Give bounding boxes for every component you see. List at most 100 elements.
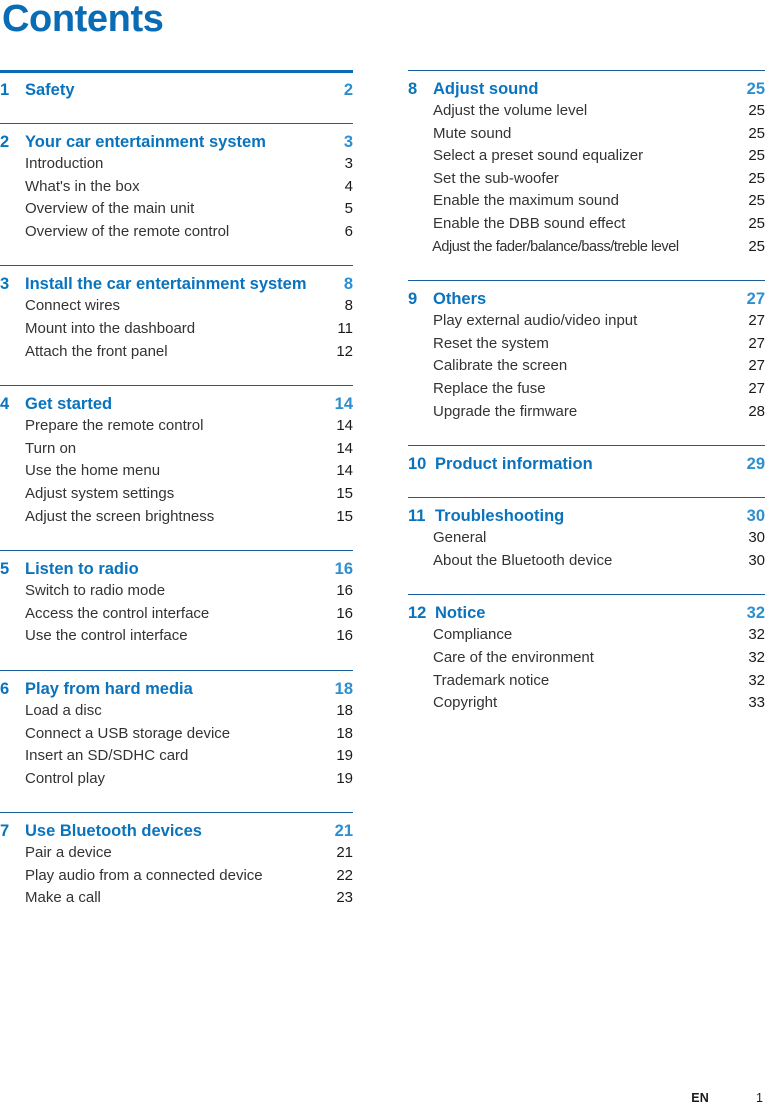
section-divider-rule [0,669,353,671]
toc-section-heading[interactable]: 3 Install the car entertainment system 8 [0,273,353,295]
section-divider-rule [0,385,353,387]
toc-section-heading[interactable]: 11 Troubleshooting 30 [408,505,765,527]
section-divider-rule [0,265,353,267]
section-title: Others [433,290,487,309]
toc-entry[interactable]: Adjust the screen brightness 15 [0,506,353,529]
section-title: Use Bluetooth devices [25,822,202,841]
toc-entry-page-number: 8 [344,297,353,315]
toc-entry[interactable]: Compliance 32 [408,624,765,647]
toc-entry[interactable]: General 30 [408,527,765,550]
toc-entry-label: Compliance [433,626,513,644]
toc-entry[interactable]: Adjust system settings 15 [0,483,353,506]
toc-entry[interactable]: Make a call 23 [0,887,353,910]
section-divider-rule [0,550,353,552]
toc-section: 12 Notice 32 Compliance 32 Care of the enviro… [408,594,765,714]
toc-entry-page-number: 11 [337,319,353,337]
section-divider-rule [408,497,765,499]
section-divider-rule [0,812,353,814]
toc-entry[interactable]: What's in the box 4 [0,176,353,199]
toc-entry-page-number: 25 [748,124,765,142]
toc-entry[interactable]: Load a disc 18 [0,700,353,723]
section-number: 4 [0,395,10,414]
toc-section-heading[interactable]: 5 Listen to radio 16 [0,558,353,580]
toc-entry-page-number: 27 [748,357,765,375]
toc-section-heading[interactable]: 1 Safety 2 [0,79,353,101]
toc-section-heading[interactable]: 9 Others 27 [408,288,765,310]
toc-entry-label: Introduction [25,155,104,172]
toc-section-heading[interactable]: 7 Use Bluetooth devices 21 [0,820,353,842]
section-divider-rule [408,280,765,282]
toc-entry[interactable]: Adjust the volume level 25 [408,100,765,123]
toc-entry[interactable]: Pair a device 21 [0,842,353,865]
section-number: 6 [0,679,10,698]
toc-entry[interactable]: Enable the maximum sound 25 [408,190,765,213]
toc-entry-page-number: 30 [748,551,765,569]
section-title: Product information [435,455,593,474]
toc-entry-page-number: 30 [748,529,765,547]
toc-entry[interactable]: Introduction 3 [0,153,353,176]
toc-entry-page-number: 18 [336,701,353,719]
toc-section: 8 Adjust sound 25 Adjust the volume level 25… [408,70,765,258]
toc-section: 3 Install the car entertainment system 8 Co… [0,265,353,363]
toc-entry-page-number: 15 [336,507,353,525]
section-number: 12 [408,604,427,623]
toc-section-heading[interactable]: 8 Adjust sound 25 [408,78,765,100]
toc-entry[interactable]: Mute sound 25 [408,123,765,146]
toc-entry-label: Access the control interface [25,604,210,622]
toc-entry[interactable]: Set the sub-woofer 25 [408,168,765,191]
toc-entry[interactable]: Use the control interface 16 [0,625,353,648]
toc-entry-label: Play external audio/video input [433,312,638,330]
footer-page-number: 1 [756,1091,763,1105]
toc-entry-label: About the Bluetooth device [433,551,613,569]
toc-entry[interactable]: Play external audio/video input 27 [408,310,765,333]
toc-section-heading[interactable]: 2 Your car entertainment system 3 [0,131,353,153]
toc-entry-page-number: 14 [336,417,353,435]
section-title: Safety [25,81,75,99]
toc-entry[interactable]: Upgrade the firmware 28 [408,401,765,424]
toc-entry-page-number: 5 [344,200,353,218]
toc-entry[interactable]: Connect a USB storage device 18 [0,723,353,746]
section-title: Get started [25,395,113,414]
toc-entry[interactable]: Turn on 14 [0,438,353,461]
toc-entry[interactable]: Replace the fuse 27 [408,378,765,401]
toc-entry[interactable]: Use the home menu 14 [0,460,353,483]
toc-entry[interactable]: Insert an SD/SDHC card 19 [0,745,353,768]
toc-entry[interactable]: Adjust the fader/balance/bass/treble lev… [408,236,765,259]
section-title: Troubleshooting [435,507,565,526]
toc-entry[interactable]: Prepare the remote control 14 [0,415,353,438]
section-page-number: 27 [746,290,765,309]
toc-section-heading[interactable]: 10 Product information 29 [408,453,765,475]
section-page-number: 16 [334,560,353,579]
toc-entry[interactable]: Overview of the remote control 6 [0,221,353,244]
toc-entry[interactable]: Play audio from a connected device 22 [0,865,353,888]
toc-entry[interactable]: Reset the system 27 [408,333,765,356]
toc-entry[interactable]: Select a preset sound equalizer 25 [408,145,765,168]
toc-section-heading[interactable]: 6 Play from hard media 18 [0,678,353,700]
toc-entry[interactable]: Mount into the dashboard 11 [0,318,353,341]
toc-entry-label: What's in the box [25,177,140,195]
toc-entry[interactable]: Attach the front panel 12 [0,341,353,364]
toc-entry[interactable]: Access the control interface 16 [0,603,353,626]
toc-entry-label: Switch to radio mode [25,582,166,600]
toc-entry-label: Make a call [25,889,101,907]
toc-entry-label: Prepare the remote control [25,417,204,435]
toc-entry-label: Enable the maximum sound [433,192,619,210]
section-number: 10 [408,455,427,474]
toc-entry-page-number: 27 [748,334,765,352]
toc-entry[interactable]: Copyright 33 [408,692,765,715]
toc-section-heading[interactable]: 4 Get started 14 [0,393,353,415]
toc-entry[interactable]: Overview of the main unit 5 [0,198,353,221]
toc-section-heading[interactable]: 12 Notice 32 [408,602,765,624]
toc-entry-label: Select a preset sound equalizer [433,147,644,165]
section-number: 9 [408,290,418,309]
toc-entry[interactable]: Care of the environment 32 [408,647,765,670]
toc-entry-page-number: 33 [748,694,765,712]
toc-entry[interactable]: Trademark notice 32 [408,670,765,693]
toc-entry[interactable]: Enable the DBB sound effect 25 [408,213,765,236]
toc-entry-page-number: 6 [344,222,353,240]
toc-entry[interactable]: About the Bluetooth device 30 [408,550,765,573]
toc-entry[interactable]: Control play 19 [0,768,353,791]
toc-entry[interactable]: Calibrate the screen 27 [408,355,765,378]
toc-entry[interactable]: Connect wires 8 [0,295,353,318]
toc-entry[interactable]: Switch to radio mode 16 [0,580,353,603]
